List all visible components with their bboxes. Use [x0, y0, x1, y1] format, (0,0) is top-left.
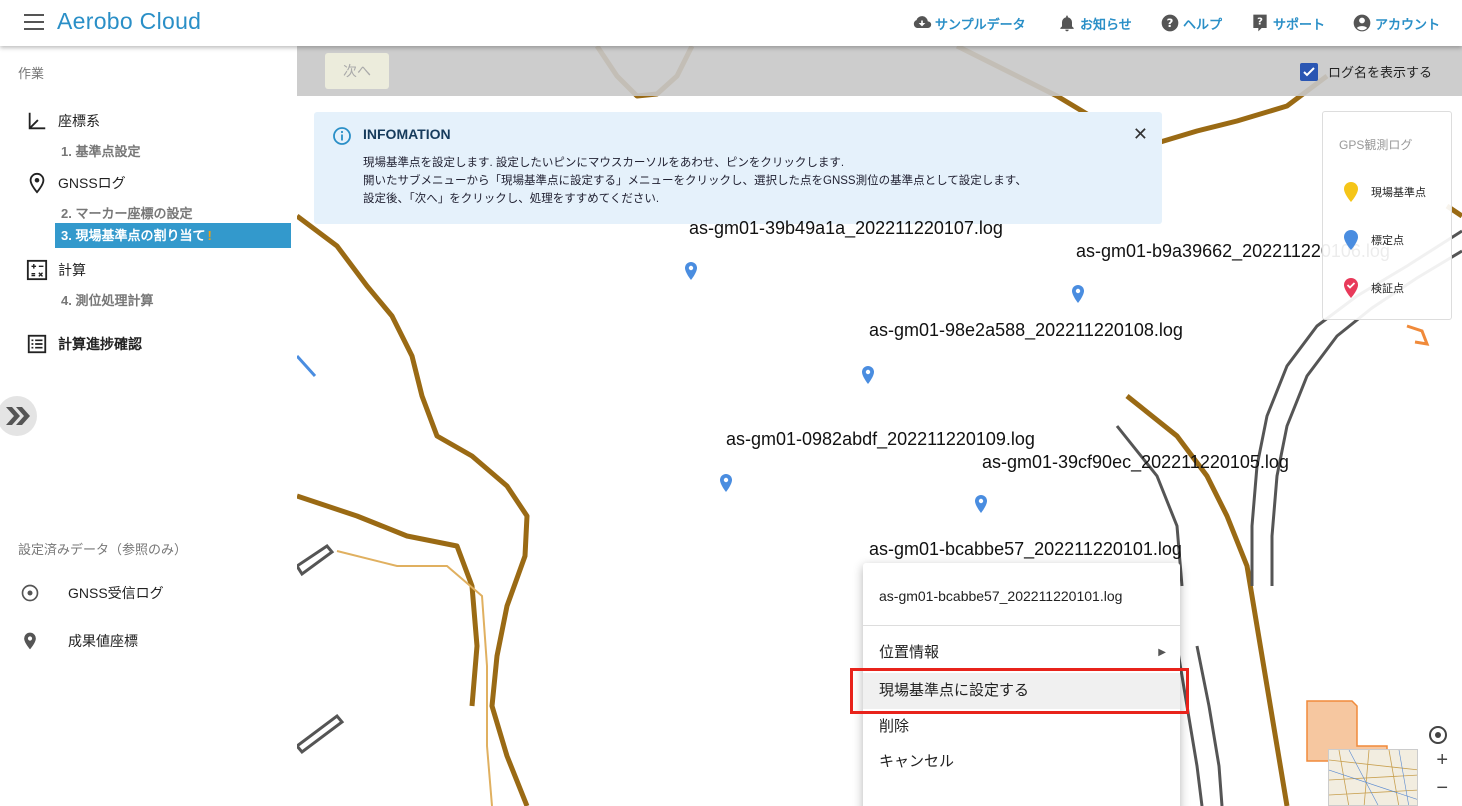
minimap-thumbnail[interactable] — [1328, 749, 1418, 806]
legend-item-base-point: 現場基準点 — [1343, 182, 1426, 202]
next-button[interactable]: 次へ — [325, 53, 389, 89]
warning-icon: ! — [207, 228, 212, 243]
step-marker-coords[interactable]: 2. マーカー座標の設定 — [61, 203, 192, 222]
sidebar: 作業 座標系 1. 基準点設定 GNSSログ 2. マーカー座標の設定 3. 現… — [0, 46, 297, 806]
step-assign-base-point[interactable]: 3. 現場基準点の割り当て! — [55, 223, 291, 248]
app-header: Aerobo Cloud サンプルデータ お知らせ ? ヘルプ ? サポート ア… — [0, 0, 1462, 46]
menu-item-delete[interactable]: 削除 — [863, 709, 1180, 745]
support-button[interactable]: ? サポート — [1250, 0, 1325, 46]
work-section-label: 作業 — [18, 66, 45, 81]
svg-text:?: ? — [1167, 16, 1174, 30]
submenu-arrow-icon: ▶ — [1158, 647, 1166, 658]
double-chevron-right-icon — [6, 407, 30, 425]
notice-button[interactable]: お知らせ — [1057, 0, 1132, 46]
ref-gnss-log[interactable]: GNSS受信ログ — [20, 583, 164, 603]
step-positioning-calc[interactable]: 4. 測位処理計算 — [61, 290, 153, 309]
cloud-download-icon — [913, 16, 932, 28]
red-check-pin-icon — [1344, 278, 1358, 298]
step-base-point[interactable]: 1. 基準点設定 — [61, 141, 140, 160]
close-icon[interactable]: ✕ — [1133, 124, 1148, 145]
location-pin-icon — [29, 172, 45, 194]
account-icon — [1353, 14, 1371, 32]
nav-coordinate-system[interactable]: 座標系 — [26, 110, 100, 132]
info-title: INFOMATION — [363, 126, 451, 142]
pin-icon[interactable] — [684, 262, 698, 280]
info-icon — [333, 127, 351, 145]
yellow-pin-icon — [1344, 182, 1358, 202]
divider — [863, 625, 1180, 626]
list-icon — [27, 334, 47, 354]
zoom-out-button[interactable]: − — [1436, 777, 1448, 800]
pin-icon[interactable] — [861, 366, 875, 384]
app-title[interactable]: Aerobo Cloud — [57, 8, 201, 35]
legend-title: GPS観測ログ — [1339, 138, 1413, 152]
map-pin-icon — [24, 632, 36, 650]
gps-log-legend: GPS観測ログ 現場基準点 標定点 検証点 — [1322, 111, 1452, 320]
log-label: as-gm01-bcabbe57_202211220101.log — [869, 539, 1182, 559]
menu-item-position-info[interactable]: 位置情報 ▶ — [863, 635, 1180, 671]
nav-progress[interactable]: 計算進捗確認 — [26, 333, 142, 355]
sample-data-button[interactable]: サンプルデータ — [912, 0, 1026, 46]
reference-section-label: 設定済みデータ（参照のみ） — [18, 542, 188, 557]
calculator-icon — [26, 259, 48, 281]
account-button[interactable]: アカウント — [1352, 0, 1440, 46]
ref-result-coords[interactable]: 成果値座標 — [20, 631, 138, 651]
log-label: as-gm01-0982abdf_202211220109.log — [726, 429, 1035, 449]
checkbox-checked-icon[interactable] — [1299, 62, 1318, 81]
help-circle-icon: ? — [1161, 14, 1179, 32]
map-toolbar: 次へ ログ名を表示する — [297, 46, 1462, 96]
show-log-names-toggle[interactable]: ログ名を表示する — [1299, 62, 1432, 81]
info-body: 現場基準点を設定します. 設定したいピンにマウスカーソルをあわせ、ピンをクリック… — [363, 157, 1027, 205]
axis-icon — [28, 112, 46, 130]
support-icon: ? — [1253, 14, 1267, 32]
help-button[interactable]: ? ヘルプ — [1160, 0, 1222, 46]
map-view[interactable]: 次へ ログ名を表示する INFOMATION 現場基準点を設定します. 設定した… — [297, 46, 1462, 806]
legend-item-control-point: 標定点 — [1343, 230, 1404, 250]
expand-sidebar-button[interactable] — [0, 396, 37, 436]
context-menu-header: as-gm01-bcabbe57_202211220101.log — [879, 588, 1123, 604]
locate-icon[interactable] — [1427, 724, 1449, 746]
menu-item-cancel[interactable]: キャンセル — [863, 744, 1180, 780]
zoom-in-button[interactable]: + — [1436, 749, 1448, 772]
legend-item-check-point: 検証点 — [1343, 278, 1404, 298]
svg-text:?: ? — [1257, 17, 1263, 28]
pin-icon[interactable] — [1071, 285, 1085, 303]
nav-gnss-log[interactable]: GNSSログ — [26, 172, 126, 194]
log-label: as-gm01-98e2a588_202211220108.log — [869, 320, 1183, 340]
info-banner: INFOMATION 現場基準点を設定します. 設定したいピンにマウスカーソルを… — [314, 112, 1162, 224]
log-label: as-gm01-39cf90ec_202211220105.log — [982, 452, 1289, 472]
bell-icon — [1060, 15, 1074, 32]
highlight-annotation — [850, 668, 1189, 714]
nav-calculation[interactable]: 計算 — [26, 259, 86, 281]
radio-target-icon — [21, 584, 39, 602]
pin-icon[interactable] — [974, 495, 988, 513]
menu-icon[interactable] — [24, 14, 44, 30]
pin-icon[interactable] — [719, 474, 733, 492]
blue-pin-icon — [1344, 230, 1358, 250]
log-label: as-gm01-39b49a1a_202211220107.log — [689, 218, 1003, 238]
